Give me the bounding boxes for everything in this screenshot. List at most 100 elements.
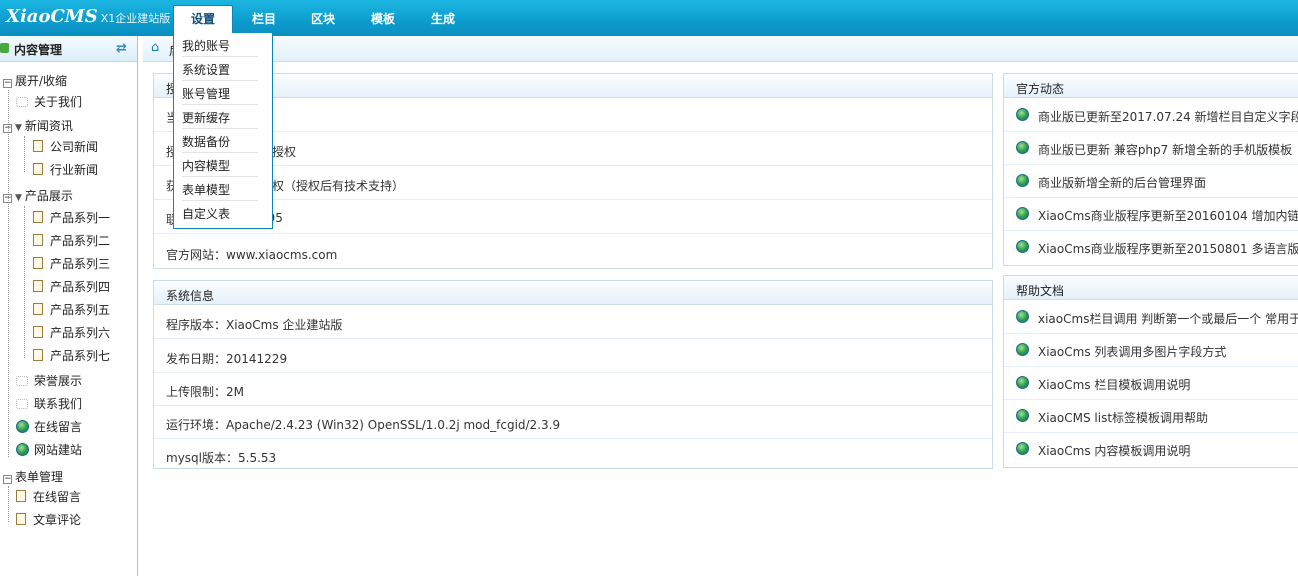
globe-icon <box>1016 240 1029 253</box>
globe-icon <box>1016 207 1029 220</box>
sys-row: 上传限制：2M <box>154 373 992 406</box>
menu-item-system-settings[interactable]: 系统设置 <box>182 59 258 81</box>
home-icon[interactable]: ⌂ <box>151 40 159 55</box>
page-icon <box>33 234 43 246</box>
page-icon <box>33 349 43 361</box>
sys-row: 发布日期：20141229 <box>154 340 992 373</box>
tree-item-honors[interactable]: 荣誉展示 <box>16 372 82 390</box>
page-icon <box>33 280 43 292</box>
auth-row: 授 未授权 <box>154 133 992 166</box>
globe-icon <box>1016 442 1029 455</box>
nav-tab-blocks[interactable]: 区块 <box>311 10 335 27</box>
news-item[interactable]: 商业版已更新至2017.07.24 新增栏目自定义字段和 <box>1004 99 1298 132</box>
tree-item-product-6[interactable]: 产品系列六 <box>33 324 110 342</box>
tree-toggle-expand[interactable]: − 展开/收缩 <box>3 72 67 90</box>
news-item[interactable]: 商业版已更新 兼容php7 新增全新的手机版模板 <box>1004 132 1298 165</box>
breadcrumb: ⌂ 后 <box>143 36 1298 62</box>
globe-icon <box>1016 108 1029 121</box>
menu-item-update-cache[interactable]: 更新缓存 <box>182 107 258 129</box>
globe-icon <box>1016 343 1029 356</box>
globe-icon <box>16 443 29 456</box>
tree-item-product-5[interactable]: 产品系列五 <box>33 301 110 319</box>
tree-item-industry-news[interactable]: 行业新闻 <box>33 161 98 179</box>
nav-tab-columns[interactable]: 栏目 <box>252 10 276 27</box>
tree-toggle-forms[interactable]: − 表单管理 <box>3 468 63 486</box>
minus-box-icon: − <box>3 78 12 88</box>
page-icon <box>33 211 43 223</box>
refresh-icon[interactable]: ⇄ <box>116 41 127 56</box>
auth-row: 联 095 <box>154 201 992 234</box>
tree-item-form-guestbook[interactable]: 在线留言 <box>16 488 81 506</box>
official-news-header: 官方动态 <box>1004 74 1298 98</box>
tree-item-product-7[interactable]: 产品系列七 <box>33 347 110 365</box>
sidebar-title: 内容管理 <box>14 43 63 57</box>
sidebar: 内容管理 ⇄ − 展开/收缩 关于我们 − ▼ 新闻资讯 公司新闻 行业新闻 − ▼ 产品… <box>0 36 138 576</box>
news-item[interactable]: 商业版新增全新的后台管理界面 <box>1004 165 1298 198</box>
nav-tab-templates[interactable]: 模板 <box>371 10 395 27</box>
check-icon <box>0 43 9 53</box>
top-header: XiaoCMS X1企业建站版 设置 栏目 区块 模板 生成 <box>0 0 1298 36</box>
auth-panel-header: 授 <box>154 74 992 98</box>
official-news-panel: 官方动态 商业版已更新至2017.07.24 新增栏目自定义字段和 商业版已更新… <box>1003 73 1298 266</box>
menu-item-my-account[interactable]: 我的账号 <box>182 35 258 57</box>
sys-row: 运行环境：Apache/2.4.23 (Win32) OpenSSL/1.0.2… <box>154 406 992 439</box>
page-icon <box>16 513 26 525</box>
nav-tab-generate[interactable]: 生成 <box>431 10 455 27</box>
globe-icon <box>1016 141 1029 154</box>
menu-item-content-model[interactable]: 内容模型 <box>182 155 258 177</box>
auth-row: 获 授权（授权后有技术支持） <box>154 167 992 200</box>
globe-icon <box>1016 376 1029 389</box>
auth-row-website: 官方网站：www.xiaocms.com <box>166 248 338 262</box>
nav-tab-settings[interactable]: 设置 <box>173 5 233 36</box>
page-icon <box>16 490 26 502</box>
help-item[interactable]: XiaoCms 内容模板调用说明 <box>1004 433 1298 466</box>
help-docs-header: 帮助文档 <box>1004 276 1298 300</box>
page-icon <box>33 163 43 175</box>
tree-item-products[interactable]: − ▼ 产品展示 <box>3 187 73 205</box>
menu-item-account-management[interactable]: 账号管理 <box>182 83 258 105</box>
tree-line <box>24 206 25 358</box>
tree-item-product-2[interactable]: 产品系列二 <box>33 232 110 250</box>
tree-item-company-news[interactable]: 公司新闻 <box>33 138 98 156</box>
tree-item-site-build[interactable]: 网站建站 <box>16 441 82 459</box>
logo-text: XiaoCMS <box>6 6 98 27</box>
news-item[interactable]: XiaoCms商业版程序更新至20150801 多语言版本更 <box>1004 231 1298 264</box>
minus-box-icon: − <box>3 474 12 484</box>
sidebar-header: 内容管理 ⇄ <box>0 36 137 62</box>
folder-icon <box>16 376 28 386</box>
tree-item-about[interactable]: 关于我们 <box>16 93 82 111</box>
page-icon <box>33 257 43 269</box>
menu-item-data-backup[interactable]: 数据备份 <box>182 131 258 153</box>
globe-icon <box>16 420 29 433</box>
tree-item-guestbook[interactable]: 在线留言 <box>16 418 82 436</box>
system-info-panel: 系统信息 程序版本：XiaoCms 企业建站版 发布日期：20141229 上传… <box>153 280 993 469</box>
tree-item-product-3[interactable]: 产品系列三 <box>33 255 110 273</box>
folder-icon <box>16 399 28 409</box>
tree-item-form-comments[interactable]: 文章评论 <box>16 511 81 529</box>
help-item[interactable]: xiaoCms栏目调用 判断第一个或最后一个 常用于c <box>1004 301 1298 334</box>
tree-item-news[interactable]: − ▼ 新闻资讯 <box>3 117 73 135</box>
logo-edition: X1企业建站版 <box>100 12 171 25</box>
auth-row: 当 - <box>154 99 992 132</box>
tree-line <box>8 90 9 457</box>
help-item[interactable]: XiaoCms 列表调用多图片字段方式 <box>1004 334 1298 367</box>
sys-row: mysql版本：5.5.53 <box>166 451 277 465</box>
page-icon <box>33 326 43 338</box>
globe-icon <box>1016 409 1029 422</box>
settings-dropdown: 我的账号 系统设置 账号管理 更新缓存 数据备份 内容模型 表单模型 自定义表 <box>173 33 273 229</box>
triangle-down-icon: ▼ <box>15 123 22 133</box>
tree-item-product-1[interactable]: 产品系列一 <box>33 209 110 227</box>
tree-line <box>24 136 25 172</box>
help-item[interactable]: XiaoCms 栏目模板调用说明 <box>1004 367 1298 400</box>
tree-item-product-4[interactable]: 产品系列四 <box>33 278 110 296</box>
minus-box-icon: − <box>3 123 12 133</box>
menu-item-custom-table[interactable]: 自定义表 <box>182 203 258 225</box>
page-icon <box>33 140 43 152</box>
tree-item-contact[interactable]: 联系我们 <box>16 395 82 413</box>
folder-icon <box>16 97 28 107</box>
help-item[interactable]: XiaoCMS list标签模板调用帮助 <box>1004 400 1298 433</box>
menu-item-form-model[interactable]: 表单模型 <box>182 179 258 201</box>
triangle-down-icon: ▼ <box>15 193 22 203</box>
news-item[interactable]: XiaoCms商业版程序更新至20160104 增加内链关键 <box>1004 198 1298 231</box>
page-icon <box>33 303 43 315</box>
